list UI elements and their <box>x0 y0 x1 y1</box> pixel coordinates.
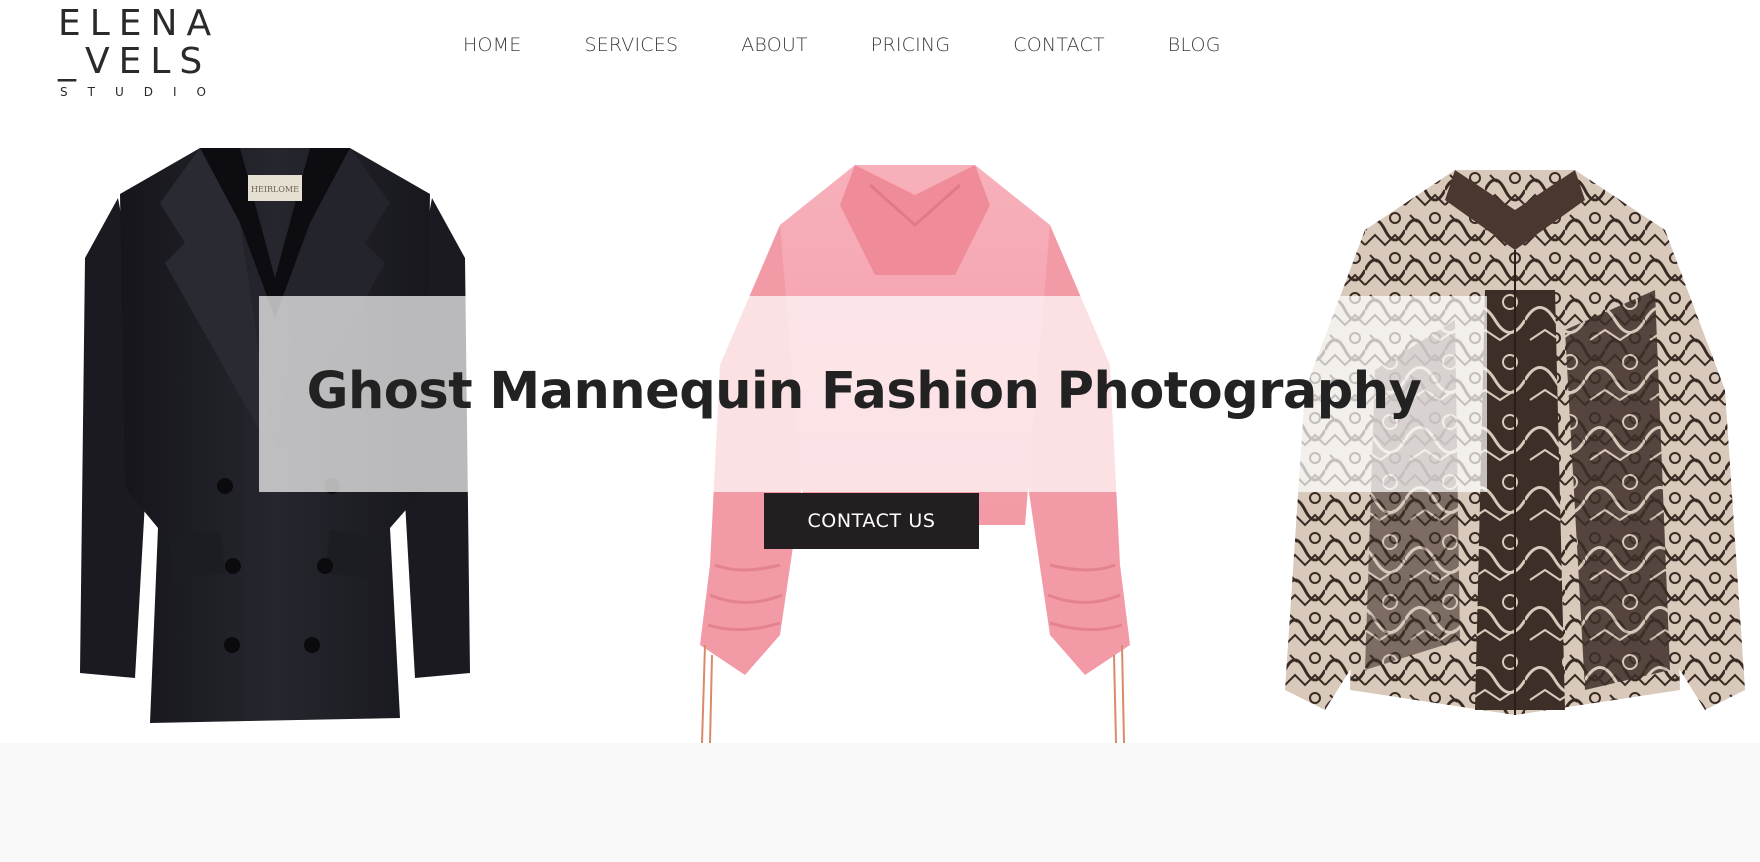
logo-line-1: ELENA <box>58 3 221 44</box>
contact-us-button[interactable]: CONTACT US <box>764 493 979 549</box>
section-divider-strip <box>0 743 1760 862</box>
nav-item-services[interactable]: SERVICES <box>584 34 678 56</box>
main-nav: HOME SERVICES ABOUT PRICING CONTACT BLOG <box>463 34 1221 56</box>
page: ELENA _VELS STUDIO HOME SERVICES ABOUT P… <box>0 0 1760 862</box>
hero-title: Ghost Mannequin Fashion Photography <box>306 362 1422 421</box>
nav-item-contact[interactable]: CONTACT <box>1013 34 1105 56</box>
logo-line-3: STUDIO <box>60 85 226 99</box>
studio-logo[interactable]: ELENA _VELS STUDIO <box>58 2 228 100</box>
logo-line-2: _VELS <box>58 41 212 82</box>
nav-item-about[interactable]: ABOUT <box>741 34 808 56</box>
blazer-label-text: HEIRLOME <box>251 185 299 194</box>
nav-item-pricing[interactable]: PRICING <box>871 34 950 56</box>
nav-item-blog[interactable]: BLOG <box>1168 34 1221 56</box>
nav-item-home[interactable]: HOME <box>463 34 521 56</box>
hero-section: HEIRLOME Ghost Mannequin Fashion Photogr… <box>0 110 1760 744</box>
